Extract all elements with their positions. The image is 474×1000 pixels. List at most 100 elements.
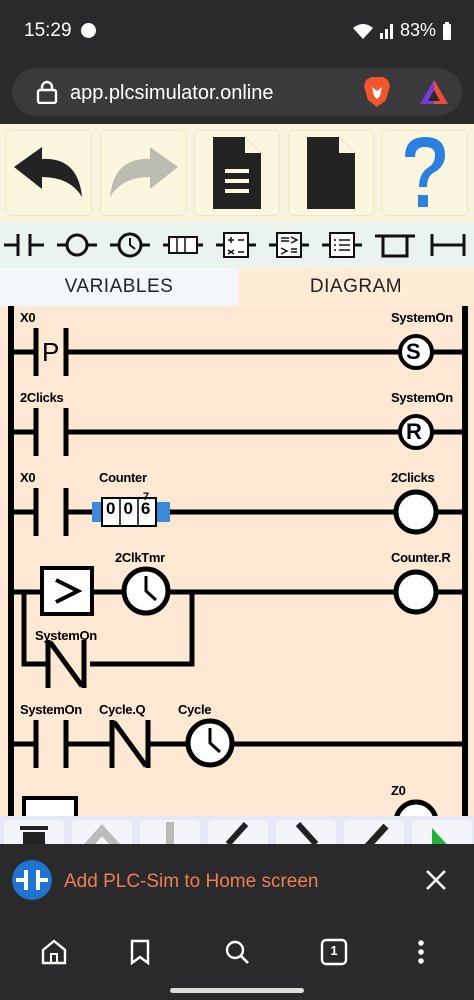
rung-6-coil-label: Z0: [391, 783, 406, 798]
search-icon: [225, 940, 249, 964]
brave-rewards-icon[interactable]: [418, 78, 450, 106]
rung-5-timer-label: Cycle: [178, 702, 212, 717]
math-tool[interactable]: [216, 226, 256, 264]
main-toolbar: [0, 124, 474, 222]
rung-1-coil-type: S: [406, 339, 421, 364]
tab-variables[interactable]: VARIABLES: [0, 268, 238, 306]
rung-2: [14, 408, 462, 456]
rung-1: [14, 328, 462, 376]
redo-button[interactable]: [100, 130, 186, 216]
rung-3: [14, 488, 462, 536]
plc-app: VARIABLES DIAGRAM X0 SystemOn P S 2Click…: [0, 124, 474, 844]
up-icon: [84, 823, 120, 844]
move-left-button[interactable]: [208, 820, 268, 844]
element-toolbar: [0, 222, 474, 268]
left-power-rail: [8, 306, 14, 816]
spotify-icon: [81, 23, 96, 38]
view-tabs: VARIABLES DIAGRAM: [0, 268, 474, 306]
new-document-icon: [213, 137, 261, 209]
help-icon: [405, 137, 445, 207]
browser-bottom-nav: 1: [0, 918, 474, 1000]
search-button[interactable]: [219, 934, 255, 970]
timer-tool[interactable]: [110, 226, 150, 264]
rung-2-coil-label: SystemOn: [391, 390, 453, 405]
rung-2-coil-type: R: [406, 419, 422, 444]
math-icon: [216, 232, 256, 258]
right-power-rail: [462, 306, 468, 816]
edit-toolbar: [0, 816, 474, 844]
new-document-button[interactable]: [194, 130, 280, 216]
home-button[interactable]: [36, 934, 72, 970]
rung-3-counter-label: Counter: [99, 470, 147, 485]
rung-1-contact-label: X0: [20, 310, 36, 325]
rung-6: [22, 796, 438, 816]
plc-sim-app-icon: [12, 860, 52, 900]
rung-5: [14, 718, 462, 768]
open-document-button[interactable]: [288, 130, 374, 216]
down-icon: [166, 822, 174, 844]
status-icons: 83%: [352, 20, 452, 41]
box-icon: [375, 234, 415, 258]
list-tool[interactable]: [322, 226, 362, 264]
trash-button[interactable]: [4, 820, 64, 844]
run-icon: [432, 828, 447, 844]
edit-button[interactable]: [344, 820, 404, 844]
rung-4-branch-label: SystemOn: [35, 628, 97, 643]
close-icon[interactable]: [424, 868, 448, 892]
menu-button[interactable]: [403, 934, 439, 970]
bookmark-icon: [130, 939, 150, 965]
redo-icon: [110, 147, 178, 197]
address-bar[interactable]: app.plcsimulator.online: [12, 68, 462, 116]
signal-icon: [379, 23, 393, 39]
counter-tool[interactable]: [163, 226, 203, 264]
compare-icon: [269, 232, 309, 258]
move-down-button[interactable]: [140, 820, 200, 844]
install-banner-text[interactable]: Add PLC-Sim to Home screen: [64, 871, 319, 893]
rung-4-timer-label: 2ClkTmr: [115, 550, 165, 565]
help-button[interactable]: [382, 130, 468, 216]
list-icon: [322, 232, 362, 258]
contact-icon: [4, 234, 44, 256]
brave-shield-icon[interactable]: [362, 76, 392, 108]
clock: 15:29: [24, 20, 72, 41]
battery-icon: [443, 21, 451, 40]
bookmarks-button[interactable]: [122, 934, 158, 970]
tabs-button[interactable]: 1: [316, 934, 352, 970]
home-icon: [41, 939, 67, 965]
menu-icon: [418, 940, 424, 964]
right-icon: [295, 821, 319, 844]
box-tool[interactable]: [375, 226, 415, 264]
wifi-icon: [352, 23, 373, 39]
status-bar: 15:29 83%: [0, 0, 474, 62]
coil-tool[interactable]: [57, 226, 97, 264]
run-button[interactable]: [412, 820, 472, 844]
move-right-button[interactable]: [276, 820, 336, 844]
tab-diagram[interactable]: DIAGRAM: [238, 268, 474, 306]
branch-icon: [430, 234, 466, 256]
rung-3-contact-label: X0: [20, 470, 36, 485]
lock-icon: [36, 80, 58, 104]
rung-5-contact-label: SystemOn: [20, 702, 82, 717]
counter-next-digit: 7: [143, 491, 150, 503]
tab-count: 1: [330, 943, 338, 958]
counter-value: 006: [106, 499, 159, 518]
branch-tool[interactable]: [428, 226, 468, 264]
counter-icon: [163, 236, 203, 254]
battery-percent: 83%: [399, 20, 436, 40]
gesture-handle: [170, 988, 304, 993]
rung-1-coil-label: SystemOn: [391, 310, 453, 325]
rung-5-contact2-label: Cycle.Q: [99, 702, 146, 717]
undo-icon: [14, 147, 82, 197]
contact-tool[interactable]: [4, 226, 44, 264]
compare-tool[interactable]: [269, 226, 309, 264]
install-banner[interactable]: Add PLC-Sim to Home screen: [0, 844, 474, 918]
rung-4-coil-label: Counter.R: [391, 550, 451, 565]
edit-icon: [364, 823, 389, 844]
move-up-button[interactable]: [72, 820, 132, 844]
undo-button[interactable]: [6, 130, 92, 216]
browser-toolbar: app.plcsimulator.online: [0, 62, 474, 124]
ladder-diagram[interactable]: X0 SystemOn P S 2Clicks SystemOn R X0 Co…: [0, 306, 474, 816]
open-document-icon: [307, 137, 355, 209]
timer-icon: [110, 232, 150, 258]
rung-1-contact-mark: P: [42, 337, 60, 367]
